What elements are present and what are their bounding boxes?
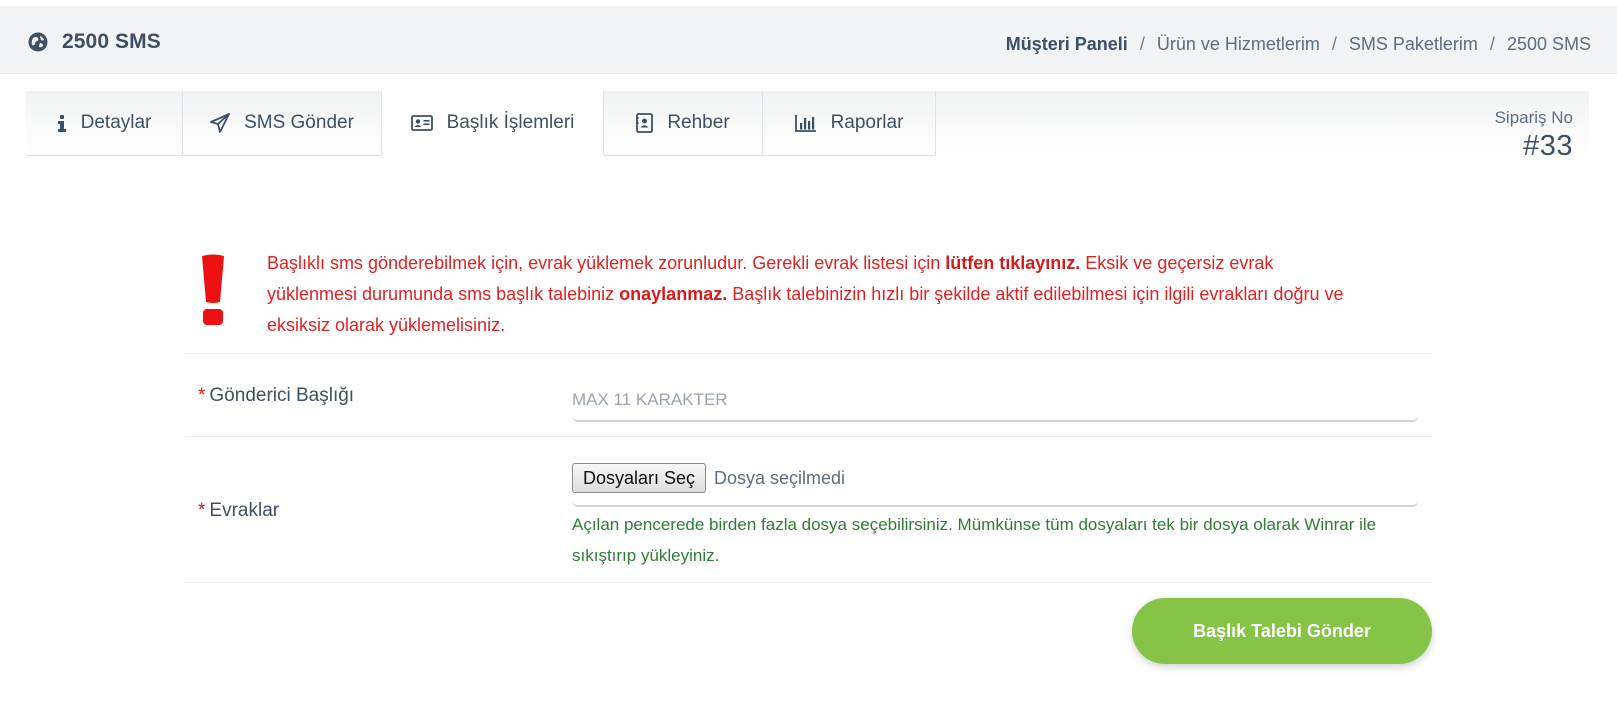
upload-hint: Açılan pencerede birden fazla dosya seçe…: [572, 515, 1377, 565]
documents-label: * Evraklar: [198, 500, 279, 522]
divider: [185, 436, 1432, 437]
bar-chart-icon: [794, 114, 816, 132]
tab-label: Detaylar: [80, 112, 152, 133]
tab-label: Rehber: [667, 112, 730, 133]
order-label: Sipariş No: [1494, 108, 1573, 127]
tab-label: Başlık İşlemleri: [446, 112, 575, 133]
page-title: 2500 SMS: [62, 30, 161, 53]
warning-text-part: Başlıklı sms gönderebilmek için, evrak y…: [267, 253, 946, 273]
breadcrumb-item-customer-panel[interactable]: Müşteri Paneli: [1006, 34, 1128, 55]
required-mark: *: [198, 385, 206, 406]
required-mark: *: [198, 500, 206, 521]
sender-title-input[interactable]: [572, 380, 1418, 422]
exclamation-icon: [202, 254, 224, 325]
document-list-link[interactable]: lütfen tıklayınız.: [945, 253, 1080, 273]
tab-contacts[interactable]: Rehber: [604, 91, 763, 156]
choose-files-button[interactable]: Dosyaları Seç: [572, 463, 707, 493]
breadcrumb-item-current: 2500 SMS: [1506, 34, 1591, 54]
order-number: #33: [1523, 130, 1573, 162]
breadcrumb-separator: /: [1489, 34, 1495, 54]
tabs-bar: Detaylar SMS Gönder Başlık İşlemleri Reh…: [26, 91, 1589, 156]
documents-label-text: Evraklar: [209, 500, 280, 521]
breadcrumb-separator: /: [1139, 34, 1145, 54]
tab-send-sms[interactable]: SMS Gönder: [183, 91, 382, 156]
tab-label: Raporlar: [830, 112, 904, 133]
breadcrumb-separator: /: [1331, 34, 1337, 54]
sender-label: * Gönderici Başlığı: [198, 385, 354, 407]
tab-reports[interactable]: Raporlar: [763, 91, 936, 156]
globe-icon: [28, 32, 48, 52]
divider: [185, 582, 1432, 583]
divider: [185, 353, 1432, 354]
file-input: Dosyaları Seç Dosya seçilmedi: [572, 463, 1418, 507]
id-card-icon: [410, 115, 433, 131]
sender-label-text: Gönderici Başlığı: [209, 385, 355, 406]
breadcrumb-item-sms-packages[interactable]: SMS Paketlerim: [1349, 34, 1478, 55]
contact-book-icon: [636, 113, 654, 133]
order-info: Sipariş No #33: [1495, 108, 1573, 163]
submit-header-request-button[interactable]: Başlık Talebi Gönder: [1132, 598, 1432, 664]
page-header: 2500 SMS Müşteri Paneli / Ürün ve Hizmet…: [0, 0, 1617, 73]
info-icon: [57, 114, 66, 132]
tab-label: SMS Gönder: [244, 112, 354, 133]
file-status: Dosya seçilmedi: [714, 468, 846, 488]
warning-text: Başlıklı sms gönderebilmek için, evrak y…: [267, 248, 1367, 341]
header-title-wrap: 2500 SMS: [28, 30, 161, 54]
warning-emphasis: onaylanmaz.: [619, 284, 728, 304]
tab-header-operations[interactable]: Başlık İşlemleri: [381, 91, 604, 156]
paper-plane-icon: [210, 113, 230, 133]
breadcrumb-item-products[interactable]: Ürün ve Hizmetlerim: [1157, 34, 1320, 55]
breadcrumb: Müşteri Paneli / Ürün ve Hizmetlerim / S…: [1006, 34, 1591, 55]
tab-details[interactable]: Detaylar: [26, 91, 183, 156]
